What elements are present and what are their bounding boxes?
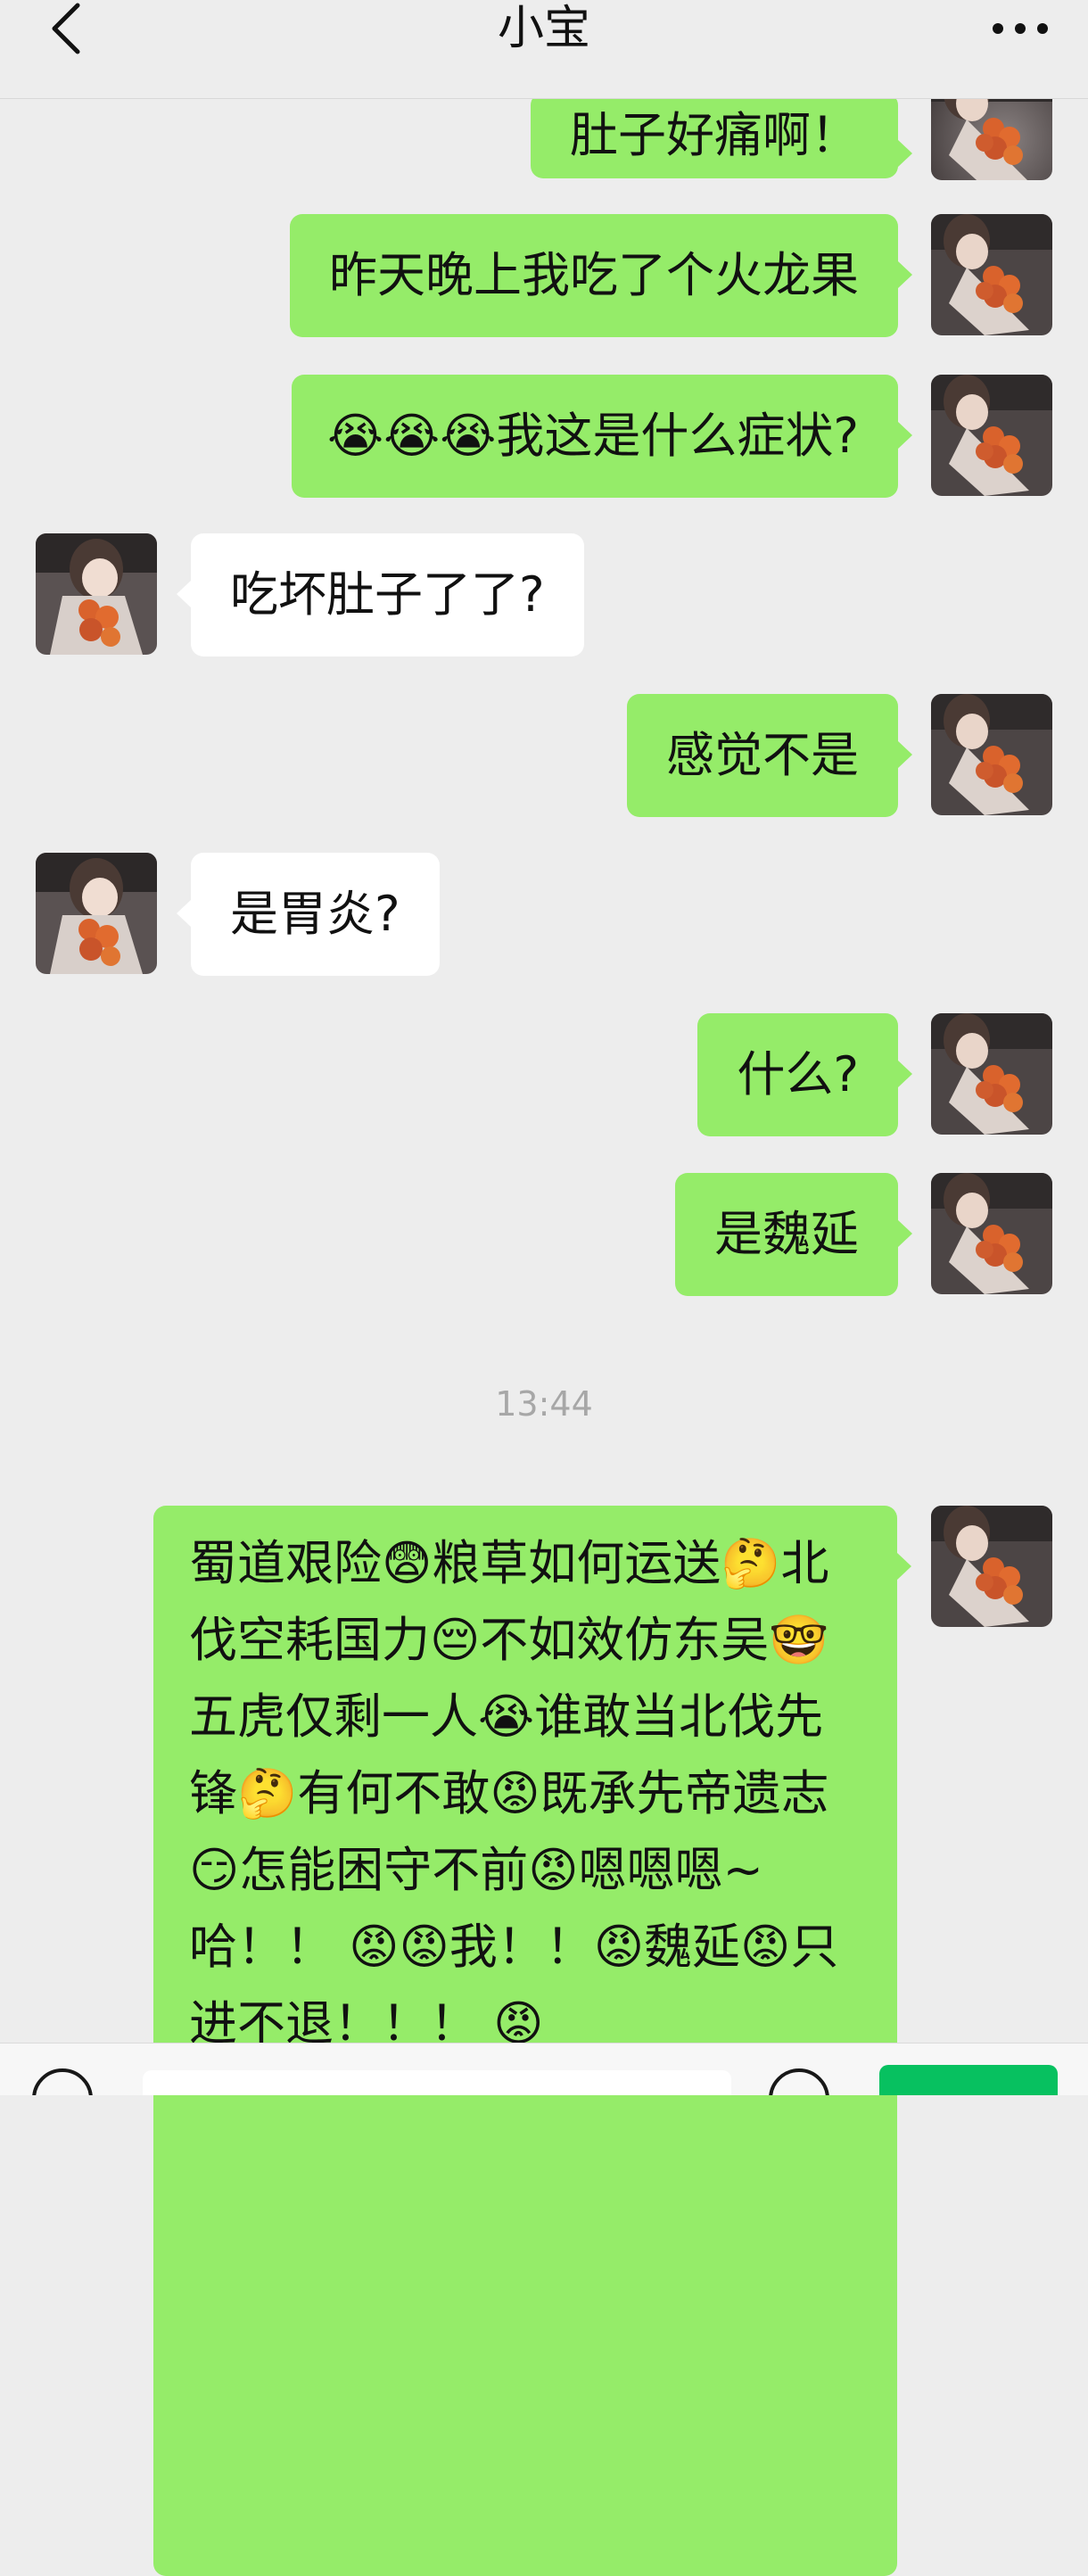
message-text: 感觉不是 bbox=[666, 727, 859, 783]
emoji-icon[interactable] bbox=[769, 2068, 829, 2095]
message-bubble-outgoing[interactable]: 是魏延 bbox=[675, 1173, 912, 1296]
message-text: 吃坏肚子了了? bbox=[230, 566, 545, 623]
message-bubble-outgoing[interactable]: 感觉不是 bbox=[627, 694, 912, 817]
message-bubble-incoming[interactable]: 是胃炎? bbox=[177, 853, 440, 976]
message-bubble-incoming[interactable]: 吃坏肚子了了? bbox=[177, 533, 584, 656]
message-text: 蜀道艰险😨粮草如何运送🤔北伐空耗国力😔不如效仿东吴🤓五虎仅剩一人😭谁敢当北伐先锋… bbox=[189, 1535, 839, 2052]
message-bubble-outgoing[interactable]: 肚子好痛啊！ bbox=[531, 93, 912, 178]
chat-header: 小宝 bbox=[0, 0, 1088, 99]
voice-icon[interactable] bbox=[32, 2068, 93, 2095]
avatar-contact[interactable] bbox=[36, 853, 157, 974]
message-text: 是魏延 bbox=[714, 1206, 859, 1262]
message-bubble-outgoing[interactable]: 什么? bbox=[697, 1013, 912, 1136]
message-text: 是胃炎? bbox=[230, 886, 400, 942]
avatar-self[interactable] bbox=[931, 1173, 1052, 1294]
avatar-self[interactable] bbox=[931, 1506, 1052, 1627]
message-bubble-outgoing[interactable]: 昨天晚上我吃了个火龙果 bbox=[290, 214, 912, 337]
chat-message-list[interactable]: 肚子好痛啊！ 昨天晚上我吃了个火龙果 😭😭😭我这是什么症状? 吃坏肚子了了? 感… bbox=[0, 0, 1088, 2576]
message-bubble-outgoing[interactable]: 😭😭😭我这是什么症状? bbox=[292, 375, 912, 498]
avatar-self[interactable] bbox=[931, 1013, 1052, 1135]
message-input[interactable] bbox=[143, 2070, 731, 2095]
chat-title: 小宝 bbox=[497, 2, 590, 55]
message-text: 昨天晚上我吃了个火龙果 bbox=[329, 247, 859, 303]
more-options-button[interactable] bbox=[985, 0, 1056, 57]
message-timestamp: 13:44 bbox=[495, 1384, 593, 1424]
more-dots-icon bbox=[993, 23, 1048, 34]
avatar-self[interactable] bbox=[931, 375, 1052, 496]
avatar-contact[interactable] bbox=[36, 533, 157, 655]
avatar-self[interactable] bbox=[931, 694, 1052, 815]
message-bubble-outgoing[interactable]: 蜀道艰险😨粮草如何运送🤔北伐空耗国力😔不如效仿东吴🤓五虎仅剩一人😭谁敢当北伐先锋… bbox=[153, 1506, 911, 2576]
avatar-self[interactable] bbox=[931, 214, 1052, 335]
send-button[interactable] bbox=[879, 2065, 1058, 2095]
input-bar bbox=[0, 2043, 1088, 2095]
message-text: 肚子好痛啊！ bbox=[570, 107, 859, 163]
message-text: 什么? bbox=[737, 1046, 859, 1102]
message-text: 😭😭😭我这是什么症状? bbox=[327, 408, 859, 464]
